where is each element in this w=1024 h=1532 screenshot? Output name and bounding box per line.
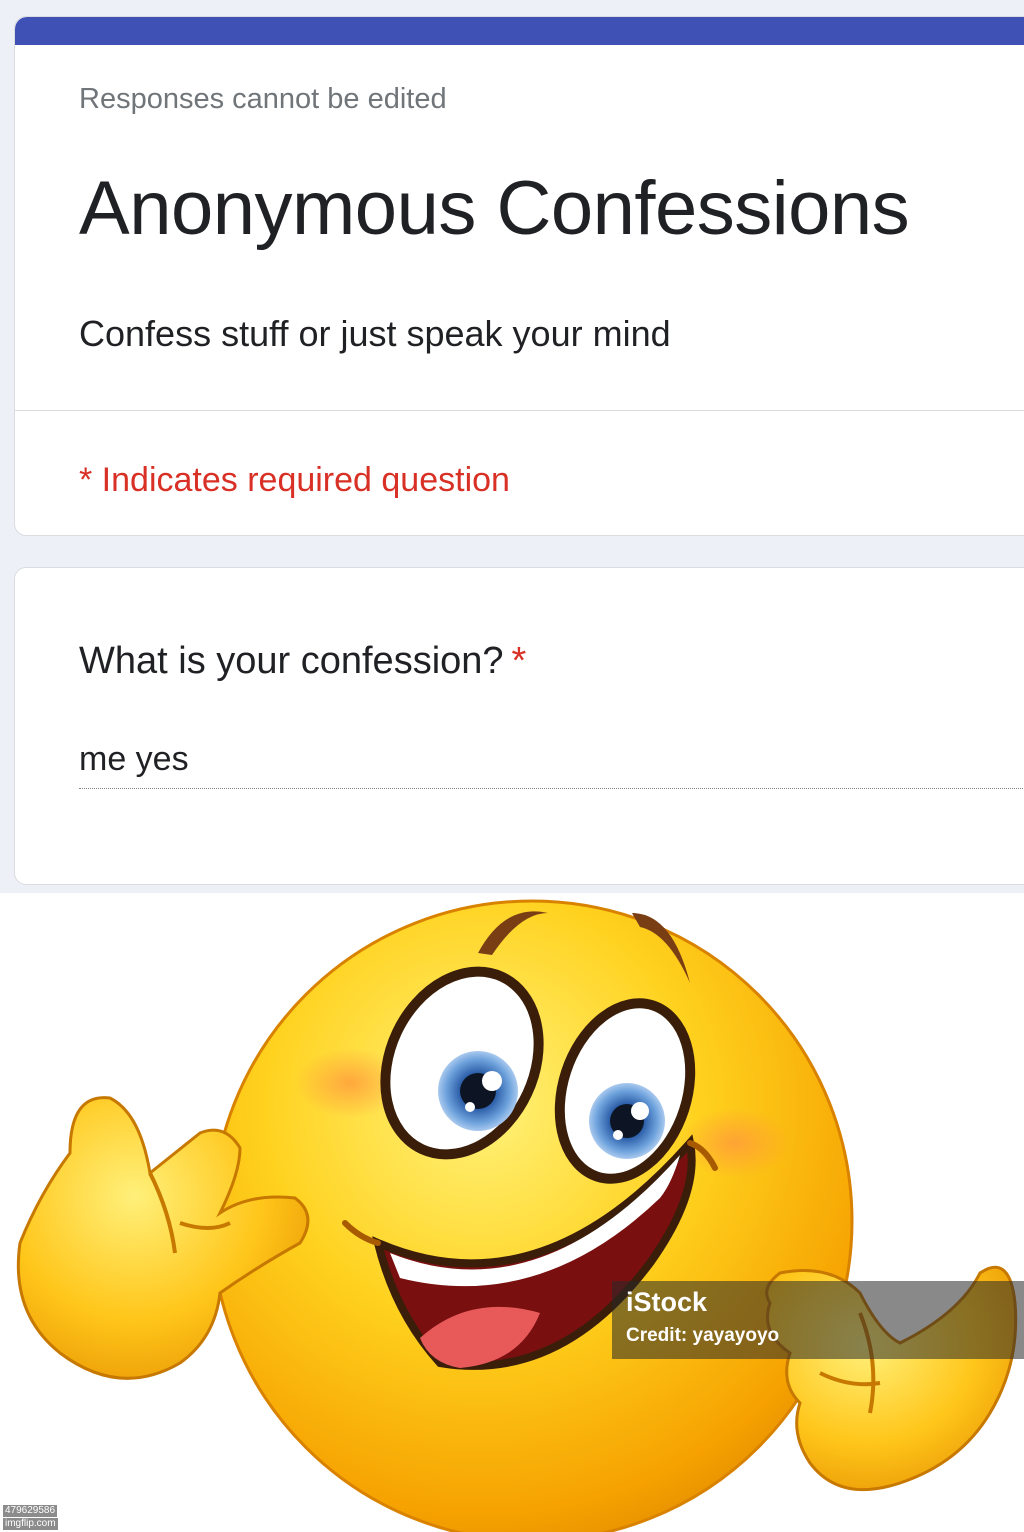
required-star: *	[511, 640, 527, 682]
form-description: Confess stuff or just speak your mind	[79, 313, 671, 354]
watermark-brand: iStock	[626, 1287, 708, 1317]
question-card: What is your confession? * me yes	[14, 567, 1024, 885]
imgflip-image-id: 479629586	[3, 1505, 58, 1517]
form-title: Anonymous Confessions	[79, 166, 910, 251]
question-label: What is your confession? *	[79, 640, 526, 683]
watermark-credit: Credit: yayayoyo	[626, 1325, 780, 1346]
meme-image-area: iStock Credit: yayayoyo 479629586 imgfli…	[0, 893, 1024, 1532]
responses-note: Responses cannot be edited	[79, 83, 447, 115]
question-text: What is your confession?	[79, 640, 504, 682]
answer-underline	[79, 788, 1024, 789]
form-area: Responses cannot be edited Anonymous Con…	[0, 0, 1024, 893]
answer-field[interactable]: me yes	[79, 740, 189, 779]
form-header-card: Responses cannot be edited Anonymous Con…	[14, 16, 1024, 536]
istock-watermark: iStock Credit: yayayoyo	[612, 1281, 1024, 1359]
header-accent-stripe	[15, 17, 1024, 45]
pointing-smiley-emoji-icon	[16, 899, 1018, 1532]
header-divider	[15, 410, 1024, 411]
imgflip-site-tag: imgflip.com	[3, 1518, 58, 1530]
required-note: * Indicates required question	[79, 461, 510, 499]
